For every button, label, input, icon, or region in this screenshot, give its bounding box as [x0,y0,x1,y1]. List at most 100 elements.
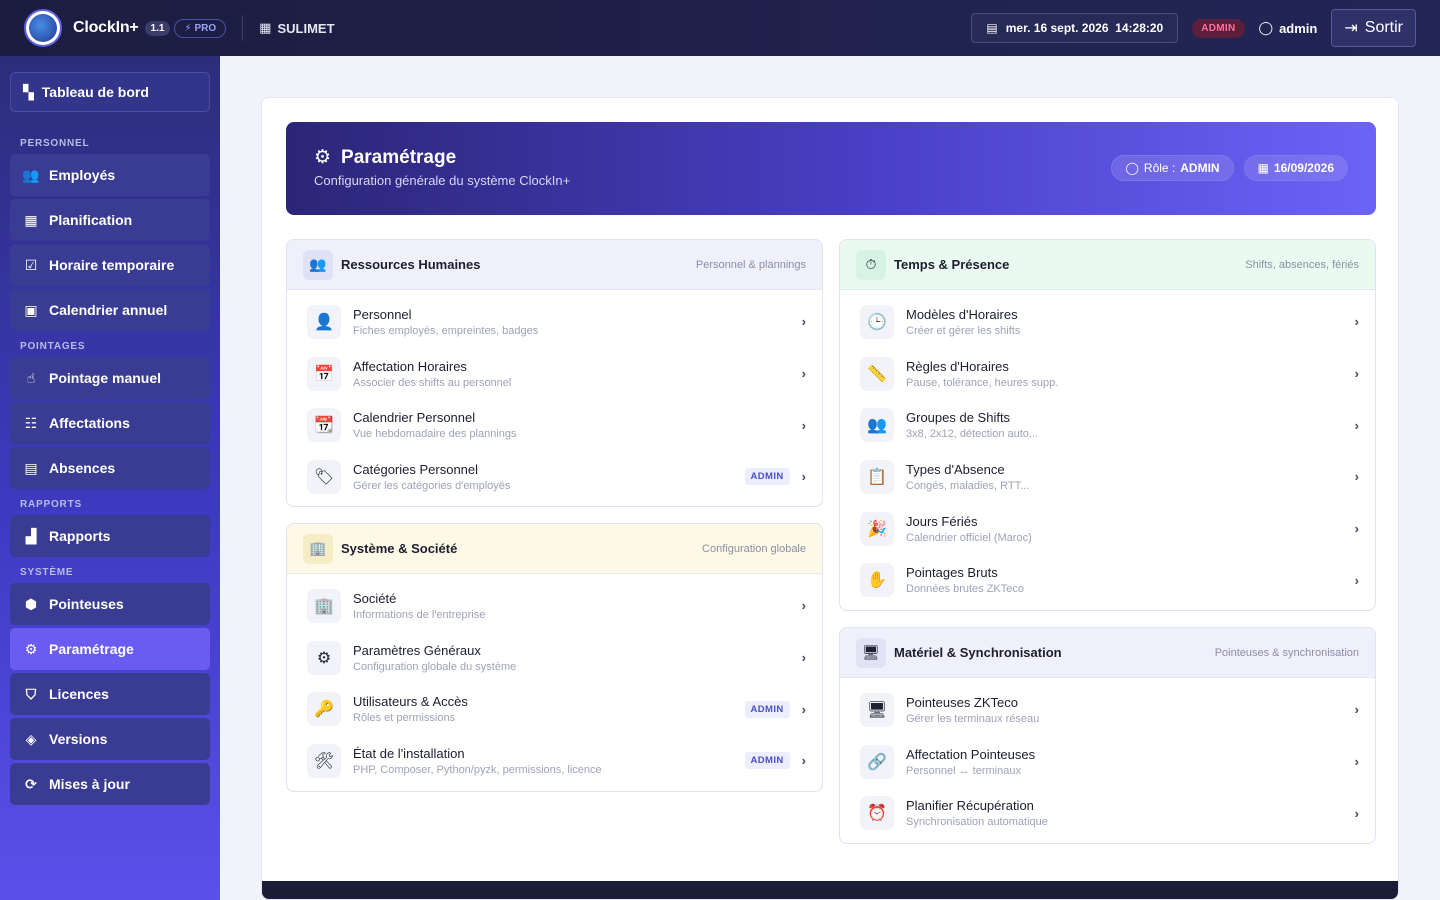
clipboard-icon: 📋 [860,459,894,494]
role-badge: ADMIN [1192,18,1245,38]
panel-systeme-societe: 🏢 Système & Société Configuration global… [286,523,823,792]
list-item-etat-installation[interactable]: 🛠 État de l'installation PHP, Composer, Py… [287,735,822,787]
sitemap-icon: ☷ [24,414,38,431]
list-item-personnel[interactable]: 👤 Personnel Fiches employés, empreintes, b… [287,296,822,348]
section-label-personnel: PERSONNEL [20,138,90,149]
list-item-utilisateurs-acces[interactable]: 🔑 Utilisateurs & Accès Rôles et permission… [287,683,822,735]
list-item-categories-personnel[interactable]: 🏷 Catégories Personnel Gérer les catégorie… [287,451,822,503]
calendar-icon: ▦ [24,211,38,228]
building-icon: 🏢 [303,533,333,564]
user-icon: ◯ [1258,20,1274,35]
section-label-pointages: POINTAGES [20,341,86,352]
list-item-planifier-recuperation[interactable]: ⏰ Planifier Récupération Synchronisation a… [840,787,1375,839]
monitor-icon: 🖥 [856,637,886,668]
datetime-display: ▤ mer. 16 sept. 2026 14:28:20 [971,13,1179,43]
chevron-right-icon: › [1354,805,1359,821]
list-item-types-absence[interactable]: 📋 Types d'Absence Congés, maladies, RTT...… [840,451,1375,503]
stopwatch-icon: ⏱ [856,249,886,280]
list-item-affectation-pointeuses[interactable]: 🔗 Affectation Pointeuses Personnel ↔ termi… [840,736,1375,788]
chevron-right-icon: › [1354,314,1359,330]
users-icon: 👥 [860,408,894,443]
panel-temps-presence: ⏱ Temps & Présence Shifts, absences, fér… [839,239,1376,611]
party-popper-icon: 🎉 [860,511,894,546]
list-item-calendrier-personnel[interactable]: 📆 Calendrier Personnel Vue hebdomadaire de… [287,399,822,451]
chevron-right-icon: › [1354,572,1359,588]
chevron-right-icon: › [801,753,806,769]
list-item-jours-feries[interactable]: 🎉 Jours Fériés Calendrier officiel (Maroc)… [840,503,1375,555]
list-item-groupes-shifts[interactable]: 👥 Groupes de Shifts 3x8, 2x12, détection a… [840,399,1375,451]
admin-badge: ADMIN [744,752,790,770]
sidebar: ▚ Tableau de bord PERSONNEL 👥 Employés ▦ P… [0,56,220,900]
list-item-pointeuses-zkteco[interactable]: 🖥 Pointeuses ZKTeco Gérer les terminaux ré… [840,684,1375,736]
sidebar-item-affectations[interactable]: ☷ Affectations [10,402,210,444]
calendar-x-icon: ▤ [24,459,38,476]
sidebar-item-horaire-temporaire[interactable]: ☑ Horaire temporaire [10,244,210,286]
key-icon: 🔑 [307,692,341,727]
date-pill: ▦ 16/09/2026 [1243,155,1348,181]
logout-icon: ⇥ [1344,20,1358,37]
sidebar-item-licences[interactable]: ⛉ Licences [10,673,210,715]
calendar-icon: 📅 [307,356,341,391]
ruler-icon: 📏 [860,356,894,391]
sidebar-item-pointeuses[interactable]: ⬢ Pointeuses [10,583,210,625]
panel-materiel-synchronisation: 🖥 Matériel & Synchronisation Pointeuses … [839,627,1376,844]
link-icon: 🔗 [860,744,894,779]
sidebar-item-employes[interactable]: 👥 Employés [10,154,210,196]
sidebar-item-planification[interactable]: ▦ Planification [10,199,210,241]
sidebar-item-rapports[interactable]: ▟ Rapports [10,515,210,557]
top-bar: ClockIn+ 1.1 ⚡ PRO ▦ SULIMET ▤ mer. 16 se… [0,0,1440,56]
tag-icon: 🏷 [307,459,341,494]
role-pill: ◯ Rôle : ADMIN [1111,155,1234,181]
sidebar-item-dashboard[interactable]: ▚ Tableau de bord [10,72,210,112]
admin-badge: ADMIN [744,468,790,486]
sidebar-item-mises-a-jour[interactable]: ⟳ Mises à jour [10,763,210,805]
monitor-icon: 🖥 [860,692,894,727]
logo-globe-icon [29,14,57,42]
panel-header: 👥 Ressources Humaines Personnel & planni… [287,240,822,290]
tools-icon: 🛠 [307,743,341,778]
gear-icon: ⚙ [314,147,332,168]
section-label-systeme: SYSTÈME [20,567,74,578]
admin-badge: ADMIN [744,700,790,718]
company-name: ▦ SULIMET [259,20,335,36]
list-item-parametres-generaux[interactable]: ⚙ Paramètres Généraux Configuration global… [287,632,822,684]
chevron-right-icon: › [801,314,806,330]
logout-button[interactable]: ⇥ Sortir [1331,9,1416,47]
version-badge: 1.1 [144,20,171,36]
panel-header: 🏢 Système & Société Configuration global… [287,524,822,574]
list-item-societe[interactable]: 🏢 Société Informations de l'entreprise › [287,580,822,632]
list-item-regles-horaires[interactable]: 📏 Règles d'Horaires Pause, tolérance, heur… [840,348,1375,400]
sidebar-item-calendrier-annuel[interactable]: ▣ Calendrier annuel [10,289,210,331]
sidebar-item-absences[interactable]: ▤ Absences [10,447,210,489]
gear-icon: ⚙ [24,640,38,657]
footer-bar [262,881,1398,899]
gear-icon: ⚙ [307,640,341,675]
list-item-affectation-horaires[interactable]: 📅 Affectation Horaires Associer des shifts… [287,348,822,400]
user-menu[interactable]: ◯ admin [1259,20,1318,36]
panel-ressources-humaines: 👥 Ressources Humaines Personnel & planni… [286,239,823,507]
users-icon: 👥 [303,249,333,280]
lightning-icon: ⚡ [184,22,192,34]
layers-icon: ◈ [25,730,37,747]
sidebar-item-pointage-manuel[interactable]: ☝ Pointage manuel [10,357,210,399]
sidebar-item-versions[interactable]: ◈ Versions [10,718,210,760]
page-header: ⚙ Paramétrage Configuration générale du … [286,122,1376,215]
pro-badge: ⚡ PRO [174,18,227,38]
chevron-right-icon: › [801,469,806,485]
panel-header: ⏱ Temps & Présence Shifts, absences, fér… [840,240,1375,290]
chevron-right-icon: › [801,417,806,433]
clock-icon: 🕒 [860,304,894,339]
chevron-right-icon: › [1354,417,1359,433]
list-item-modeles-horaires[interactable]: 🕒 Modèles d'Horaires Créer et gérer les sh… [840,296,1375,348]
chevron-right-icon: › [801,650,806,666]
building-icon: 🏢 [307,588,341,623]
calendar-check-icon: ☑ [24,256,38,273]
shield-icon: ⛉ [25,685,37,702]
chevron-right-icon: › [801,701,806,717]
sidebar-item-parametrage[interactable]: ⚙ Paramétrage [10,628,210,670]
chevron-right-icon: › [1354,366,1359,382]
list-item-pointages-bruts[interactable]: ✋ Pointages Bruts Données brutes ZKTeco › [840,554,1375,606]
chevron-right-icon: › [1354,469,1359,485]
user-icon: 👤 [307,304,341,339]
app-logo[interactable] [24,9,62,47]
